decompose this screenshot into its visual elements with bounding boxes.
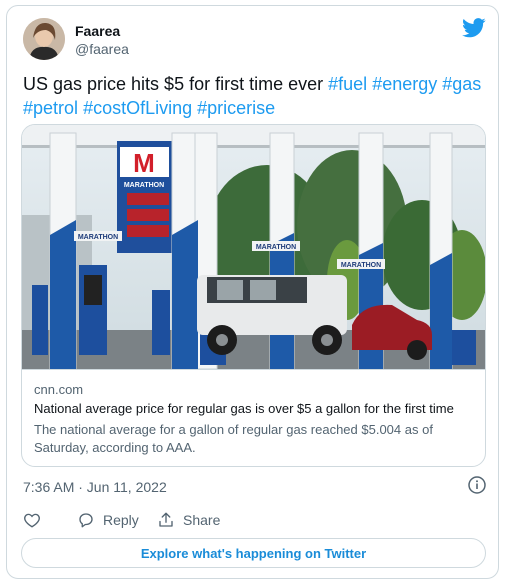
share-icon	[159, 512, 173, 527]
tweet-timestamp[interactable]: 7:36 AM · Jun 11, 2022	[23, 479, 167, 495]
avatar[interactable]	[23, 18, 65, 60]
hashtag-fuel[interactable]: #fuel	[328, 74, 367, 94]
sign-brand-letter: M	[133, 148, 155, 178]
tweet-body: US gas price hits $5 for first time ever	[23, 74, 324, 94]
reply-button[interactable]: Reply	[77, 511, 139, 529]
share-label: Share	[183, 512, 221, 528]
tweet-card: Faarea @faarea US gas price hits $5 for …	[6, 5, 499, 579]
tweet-actions: Reply Share	[23, 511, 483, 533]
info-icon[interactable]	[468, 476, 486, 494]
author-handle[interactable]: @faarea	[75, 41, 129, 57]
hashtag-costofliving[interactable]: #costOfLiving	[83, 98, 192, 118]
reply-icon	[79, 513, 93, 528]
link-description: The national average for a gallon of reg…	[34, 422, 433, 455]
canopy-sign-1: MARATHON	[78, 234, 118, 241]
link-title: National average price for regular gas i…	[34, 401, 454, 416]
photo-divider	[22, 369, 485, 370]
share-button[interactable]: Share	[157, 511, 220, 529]
tweet-text: US gas price hits $5 for first time ever…	[23, 72, 491, 120]
hashtag-pricerise[interactable]: #pricerise	[197, 98, 275, 118]
explore-twitter-button[interactable]: Explore what's happening on Twitter	[21, 538, 486, 568]
link-preview-card[interactable]: M MARATHON MARATHON MARATHON MARATHON cn…	[21, 124, 486, 467]
hashtag-gas[interactable]: #gas	[442, 74, 481, 94]
sign-brand-text: MARATHON	[124, 182, 164, 189]
reply-label: Reply	[103, 512, 139, 528]
author-name[interactable]: Faarea	[75, 23, 120, 39]
hashtag-petrol[interactable]: #petrol	[23, 98, 78, 118]
twitter-bird-icon[interactable]	[462, 18, 486, 38]
link-domain: cnn.com	[34, 382, 84, 397]
hashtag-energy[interactable]: #energy	[372, 74, 437, 94]
like-button[interactable]	[23, 511, 49, 529]
gas-station-photo: M MARATHON MARATHON MARATHON MARATHON	[22, 125, 485, 369]
avatar-photo	[23, 18, 65, 60]
heart-icon	[24, 513, 40, 528]
canopy-sign-3: MARATHON	[341, 262, 381, 269]
canopy-sign-2: MARATHON	[256, 244, 296, 251]
